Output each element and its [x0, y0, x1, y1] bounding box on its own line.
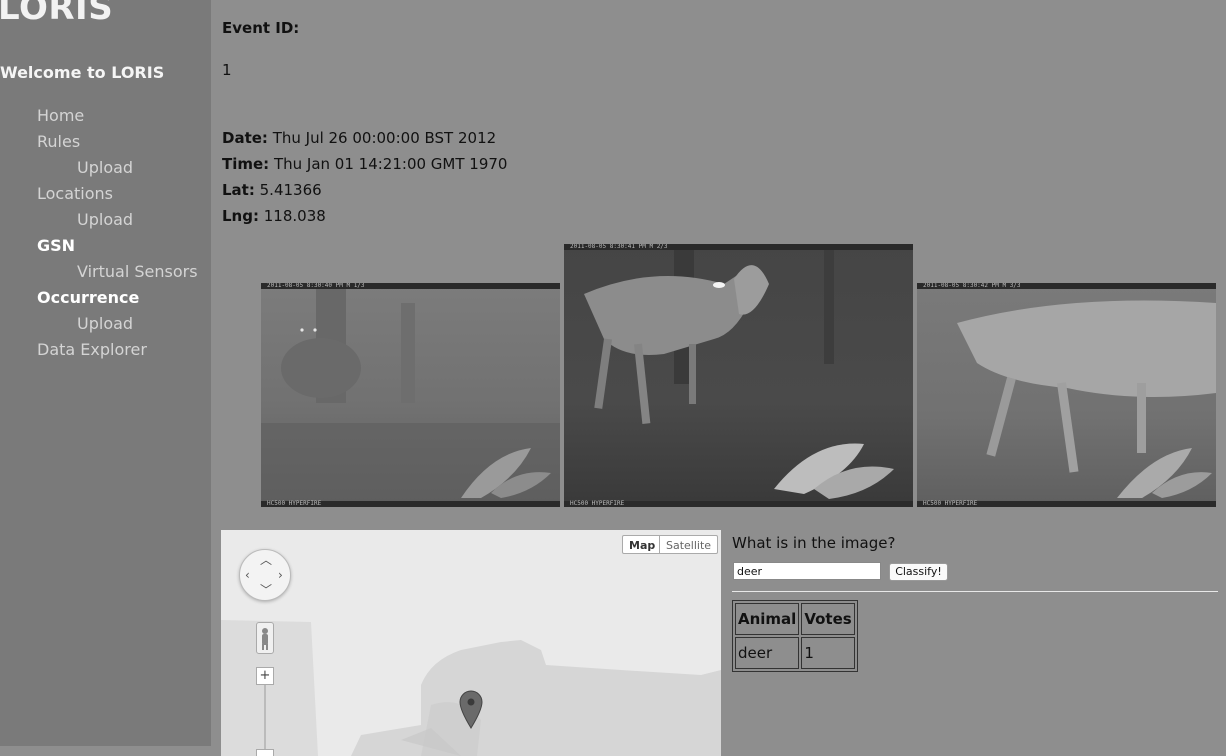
nav-virtual-sensors[interactable]: Virtual Sensors: [77, 262, 198, 281]
nav-gsn[interactable]: GSN: [37, 236, 75, 255]
photo-3-timestamp: 2011-08-05 8:30:42 PM M 3/3: [917, 283, 1216, 289]
camera-photo-1[interactable]: 2011-08-05 8:30:40 PM M 1/3 HC500 HYPERF…: [261, 283, 560, 507]
nav-data-explorer[interactable]: Data Explorer: [37, 340, 147, 359]
sidebar: LORIS Welcome to LORIS Home Rules Upload…: [0, 0, 211, 746]
map-type-map-button[interactable]: Map: [622, 535, 663, 554]
table-row: deer 1: [735, 637, 855, 669]
lng-label: Lng:: [222, 207, 259, 225]
time-value: Thu Jan 01 14:21:00 GMT 1970: [273, 155, 508, 173]
street-view-pegman-icon[interactable]: [256, 622, 274, 654]
lat-value: 5.41366: [259, 181, 322, 199]
cell-votes: 1: [801, 637, 855, 669]
nav-occurrence-upload[interactable]: Upload: [77, 314, 133, 333]
pan-up-icon[interactable]: ︿: [260, 554, 272, 566]
photo-2-footer: HC500 HYPERFIRE: [564, 501, 913, 507]
logo[interactable]: LORIS: [0, 0, 113, 28]
date-value: Thu Jul 26 00:00:00 BST 2012: [272, 129, 497, 147]
classify-button[interactable]: Classify!: [889, 563, 948, 581]
sidebar-footer-gap: [0, 746, 211, 756]
classify-input[interactable]: [733, 562, 881, 580]
welcome-heading: Welcome to LORIS: [0, 63, 165, 82]
event-id-value: 1: [222, 61, 232, 79]
location-map[interactable]: Map Satellite ︿ ﹀ ‹ › + −: [221, 530, 721, 756]
map-marker-icon[interactable]: [458, 690, 484, 730]
lng-value: 118.038: [263, 207, 326, 225]
nav-occurrence[interactable]: Occurrence: [37, 288, 139, 307]
pan-left-icon[interactable]: ‹: [245, 569, 250, 581]
nav-locations[interactable]: Locations: [37, 184, 113, 203]
zoom-slider-track[interactable]: [264, 685, 266, 751]
event-date: Date: Thu Jul 26 00:00:00 BST 2012: [222, 129, 496, 147]
date-label: Date:: [222, 129, 268, 147]
photo-1-scene: [261, 283, 560, 507]
pegman-figure-icon: [262, 628, 268, 650]
classify-question: What is in the image?: [732, 534, 896, 552]
lat-label: Lat:: [222, 181, 255, 199]
event-time: Time: Thu Jan 01 14:21:00 GMT 1970: [222, 155, 507, 173]
divider: [732, 591, 1218, 592]
map-type-satellite-button[interactable]: Satellite: [659, 535, 719, 554]
nav-locations-upload[interactable]: Upload: [77, 210, 133, 229]
column-header-animal: Animal: [735, 603, 800, 635]
column-header-votes: Votes: [801, 603, 855, 635]
cell-animal: deer: [735, 637, 800, 669]
event-lat: Lat: 5.41366: [222, 181, 322, 199]
photo-1-timestamp: 2011-08-05 8:30:40 PM M 1/3: [261, 283, 560, 289]
photo-1-footer: HC500 HYPERFIRE: [261, 501, 560, 507]
photo-2-scene: [564, 244, 913, 507]
pan-down-icon[interactable]: ﹀: [260, 584, 272, 596]
pan-right-icon[interactable]: ›: [278, 569, 283, 581]
zoom-in-button[interactable]: +: [256, 667, 274, 685]
map-pan-control[interactable]: ︿ ﹀ ‹ ›: [239, 549, 291, 601]
time-label: Time:: [222, 155, 270, 173]
votes-table-header: Animal Votes: [735, 603, 855, 635]
event-id-label: Event ID:: [222, 19, 300, 37]
camera-photo-3[interactable]: 2011-08-05 8:30:42 PM M 3/3 HC500 HYPERF…: [917, 283, 1216, 507]
nav-rules-upload[interactable]: Upload: [77, 158, 133, 177]
zoom-out-button[interactable]: −: [256, 749, 274, 756]
votes-table: Animal Votes deer 1: [732, 600, 858, 672]
nav-rules[interactable]: Rules: [37, 132, 80, 151]
event-lng: Lng: 118.038: [222, 207, 326, 225]
camera-photo-2[interactable]: 2011-08-05 8:30:41 PM M 2/3 HC500 HYPERF…: [564, 244, 913, 507]
photo-3-scene: [917, 283, 1216, 507]
photo-3-footer: HC500 HYPERFIRE: [917, 501, 1216, 507]
photo-2-timestamp: 2011-08-05 8:30:41 PM M 2/3: [564, 244, 913, 250]
nav-home[interactable]: Home: [37, 106, 84, 125]
